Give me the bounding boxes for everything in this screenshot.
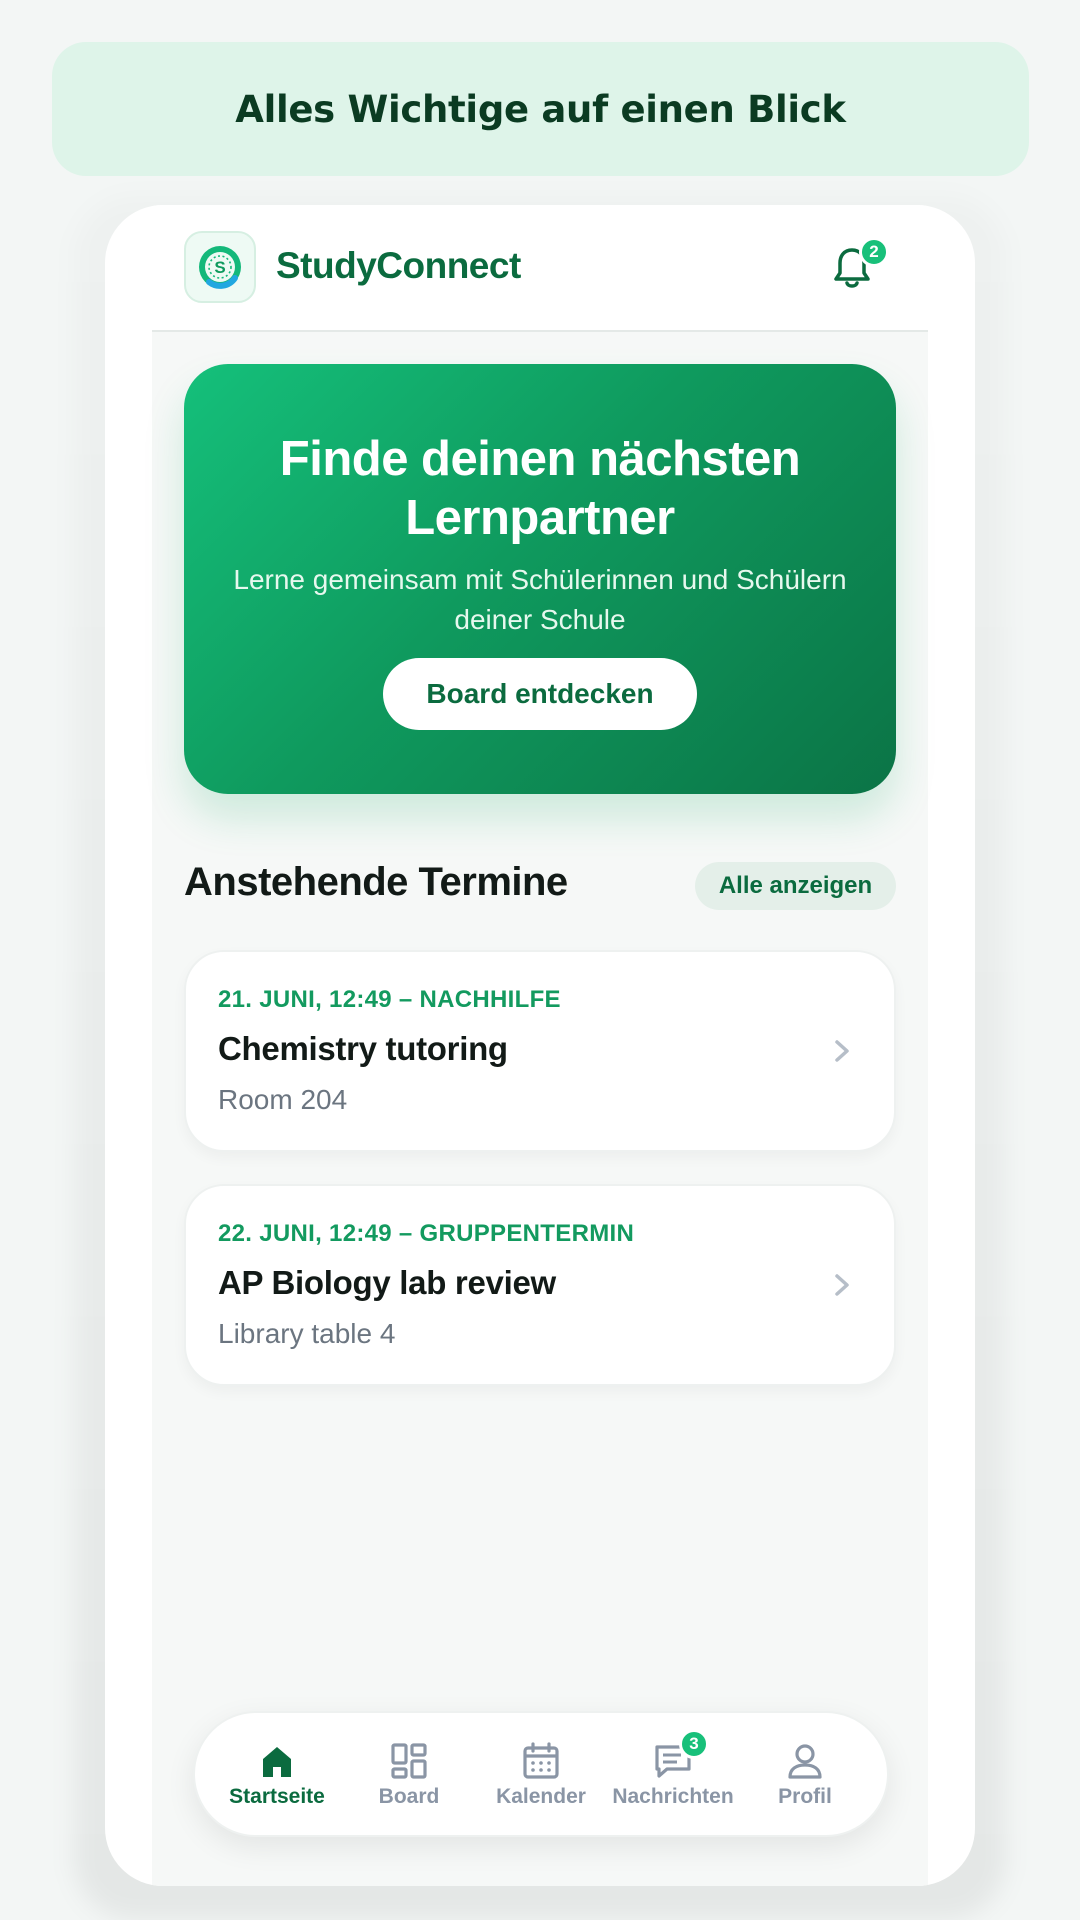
event-card[interactable]: 21. JUNI, 12:49 – NACHHILFE Chemistry tu… (184, 950, 896, 1152)
hero-card: Finde deinen nächsten Lernpartner Lerne … (184, 364, 896, 794)
banner-title: Alles Wichtige auf einen Blick (235, 87, 846, 131)
event-location: Room 204 (218, 1084, 348, 1115)
nav-label: Nachrichten (612, 1785, 734, 1808)
show-all-button[interactable]: Alle anzeigen (695, 862, 896, 910)
phone-frame: S StudyConnect 2 Finde deinen nächsten L… (105, 205, 975, 1886)
top-banner: Alles Wichtige auf einen Blick (52, 42, 1029, 176)
nav-item-messages[interactable]: 3 Nachrichten (607, 1729, 739, 1821)
calendar-icon (523, 1742, 559, 1779)
nav-item-profile[interactable]: Profil (739, 1741, 871, 1821)
chevron-right-icon (835, 1274, 849, 1296)
app-header: S StudyConnect 2 (152, 205, 928, 332)
event-meta: 22. JUNI, 12:49 – GRUPPENTERMIN (218, 1220, 635, 1247)
nav-label: Kalender (496, 1785, 586, 1808)
nav-item-calendar[interactable]: Kalender (475, 1741, 607, 1821)
nav-item-home[interactable]: Startseite (211, 1741, 343, 1821)
hero-subtitle: Lerne gemeinsam mit Schülerinnen und Sch… (233, 564, 847, 635)
event-location: Library table 4 (218, 1318, 396, 1349)
event-meta: 21. JUNI, 12:49 – NACHHILFE (218, 986, 561, 1013)
event-title: Chemistry tutoring (218, 1030, 508, 1067)
chevron-right-icon (835, 1040, 849, 1062)
messages-badge: 3 (679, 1729, 709, 1759)
app-logo[interactable]: S (184, 231, 256, 303)
section-title: Anstehende Termine (184, 860, 568, 904)
nav-label: Profil (778, 1785, 832, 1808)
nav-label: Board (378, 1785, 440, 1808)
main-content: Finde deinen nächsten Lernpartner Lerne … (152, 332, 928, 1886)
nav-label: Startseite (229, 1785, 325, 1808)
hero-title: Finde deinen nächsten Lernpartner (279, 432, 801, 545)
nav-item-board[interactable]: Board (343, 1741, 475, 1821)
svg-text:S: S (214, 258, 225, 277)
grid-icon (391, 1743, 427, 1779)
app-name: StudyConnect (276, 245, 521, 286)
explore-board-button[interactable]: Board entdecken (383, 658, 697, 730)
event-title: AP Biology lab review (218, 1264, 556, 1301)
bottom-nav: Startseite Board Kalender 3 Nachrichten … (193, 1711, 889, 1837)
logo-icon: S (199, 246, 241, 289)
notification-badge: 2 (859, 237, 889, 267)
event-card[interactable]: 22. JUNI, 12:49 – GRUPPENTERMIN AP Biolo… (184, 1184, 896, 1386)
user-icon (788, 1744, 822, 1779)
home-icon (263, 1747, 291, 1777)
